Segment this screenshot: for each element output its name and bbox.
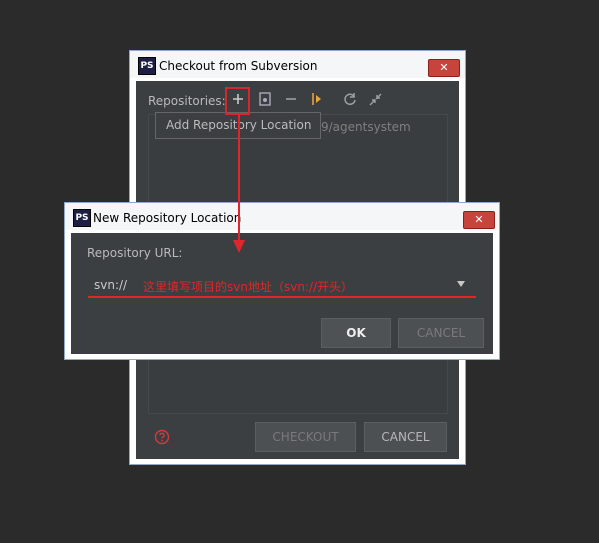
annotation-arrow: [233, 114, 245, 253]
